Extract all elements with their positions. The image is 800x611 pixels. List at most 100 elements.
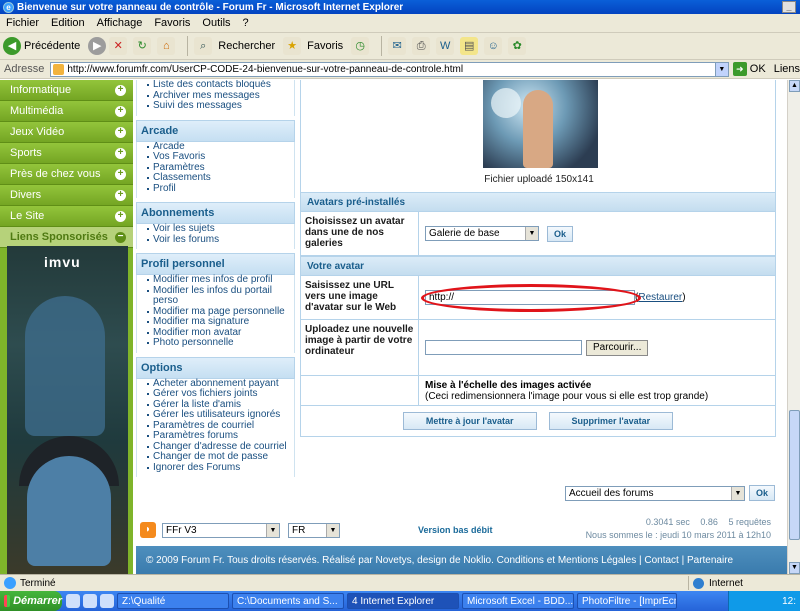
- your-avatar-header: Votre avatar: [300, 256, 776, 276]
- update-avatar-button[interactable]: Mettre à jour l'avatar: [402, 412, 537, 430]
- mail-icon[interactable]: ✉: [388, 37, 407, 55]
- scroll-down-icon[interactable]: ▼: [789, 562, 800, 574]
- browse-button[interactable]: Parcourir...: [586, 339, 649, 356]
- toolbar-separator: [381, 36, 383, 56]
- copyright-bar: © 2009 Forum Fr. Tous droits réservés. R…: [136, 546, 787, 574]
- collapse-icon[interactable]: −: [115, 232, 126, 243]
- rss-icon[interactable]: ◗: [140, 522, 156, 538]
- address-dropdown-icon[interactable]: ▼: [714, 62, 728, 76]
- link-modifier-profil[interactable]: Modifier mes infos de profil: [147, 274, 294, 286]
- nav-le-site[interactable]: Le Site +: [0, 206, 133, 227]
- link-parametres-forums[interactable]: Paramètres forums: [147, 430, 294, 442]
- edit-icon[interactable]: W: [436, 37, 455, 55]
- low-bandwidth-link[interactable]: Version bas débit: [418, 525, 493, 535]
- forum-jump-ok-button[interactable]: Ok: [749, 485, 776, 501]
- chevron-down-icon[interactable]: ▼: [326, 523, 339, 537]
- chevron-down-icon[interactable]: ▼: [731, 486, 744, 500]
- go-button[interactable]: ➜ OK: [732, 62, 766, 76]
- search-button[interactable]: ⌕ Rechercher: [194, 37, 275, 55]
- quicklaunch-icon[interactable]: [100, 594, 114, 608]
- expand-icon[interactable]: +: [115, 106, 126, 117]
- link-follow-messages[interactable]: Suivi des messages: [147, 100, 294, 112]
- quicklaunch-icon[interactable]: [66, 594, 80, 608]
- menu-outils[interactable]: Outils: [202, 17, 230, 29]
- link-ignorer-forums[interactable]: Ignorer des Forums: [147, 462, 294, 474]
- expand-icon[interactable]: +: [115, 127, 126, 138]
- globe-icon: [693, 577, 704, 589]
- nav-informatique[interactable]: Informatique +: [0, 80, 133, 101]
- forum-jump-select[interactable]: Accueil des forums ▼: [565, 485, 745, 501]
- menu-fichier[interactable]: Fichier: [6, 17, 39, 29]
- task-excel[interactable]: Microsoft Excel - BDD...: [462, 593, 574, 609]
- research-icon[interactable]: ✿: [508, 37, 527, 55]
- preinstalled-avatars-header: Avatars pré-installés: [300, 192, 776, 212]
- scroll-up-icon[interactable]: ▲: [789, 80, 800, 92]
- favorites-button[interactable]: ★ Favoris: [283, 37, 343, 55]
- link-blocked-contacts[interactable]: Liste des contacts bloqués: [147, 80, 294, 91]
- address-input[interactable]: http://www.forumfr.com/UserCP-CODE-24-bi…: [50, 61, 729, 77]
- nav-pres-de-chez-vous[interactable]: Près de chez vous +: [0, 164, 133, 185]
- print-icon[interactable]: ⎙: [412, 37, 431, 55]
- stop-icon[interactable]: ✕: [109, 37, 128, 55]
- expand-icon[interactable]: +: [115, 190, 126, 201]
- current-date: Nous sommes le : jeudi 10 mars 2011 à 12…: [585, 530, 771, 540]
- security-zone: Internet: [688, 576, 743, 590]
- start-button[interactable]: Démarrer: [0, 591, 62, 611]
- expand-icon[interactable]: +: [115, 85, 126, 96]
- ie-logo-icon: e: [3, 1, 14, 13]
- link-classements[interactable]: Classements: [147, 172, 294, 184]
- nav-sports[interactable]: Sports +: [0, 143, 133, 164]
- page-scrollbar[interactable]: ▲ ▼: [787, 80, 800, 574]
- scroll-thumb[interactable]: [789, 410, 800, 540]
- refresh-icon[interactable]: ↻: [133, 37, 152, 55]
- link-vos-favoris[interactable]: Vos Favoris: [147, 151, 294, 163]
- link-changer-mot-de-passe[interactable]: Changer de mot de passe: [147, 451, 294, 463]
- messenger-icon[interactable]: ☺: [484, 37, 503, 55]
- link-utilisateurs-ignores[interactable]: Gérer les utilisateurs ignorés: [147, 409, 294, 421]
- delete-avatar-button[interactable]: Supprimer l'avatar: [548, 412, 674, 430]
- task-documents[interactable]: C:\Documents and S...: [232, 593, 344, 609]
- link-voir-forums[interactable]: Voir les forums: [147, 234, 294, 246]
- link-fichiers-joints[interactable]: Gérer vos fichiers joints: [147, 388, 294, 400]
- link-voir-sujets[interactable]: Voir les sujets: [147, 223, 294, 235]
- menu-affichage[interactable]: Affichage: [97, 17, 143, 29]
- language-select[interactable]: FR ▼: [288, 522, 340, 538]
- quicklaunch-icon[interactable]: [83, 594, 97, 608]
- imvu-ad-banner[interactable]: imvu: [7, 246, 128, 574]
- chevron-down-icon[interactable]: ▼: [266, 523, 279, 537]
- task-photofiltre[interactable]: PhotoFiltre - [ImprEcr...: [577, 593, 677, 609]
- gallery-label: Choisissez un avatar dans une de nos gal…: [301, 212, 419, 255]
- page-favicon-icon: [53, 63, 65, 75]
- nav-liens-sponsorises[interactable]: Liens Sponsorisés −: [0, 227, 133, 248]
- link-modifier-signature[interactable]: Modifier ma signature: [147, 316, 294, 328]
- link-modifier-portail[interactable]: Modifier les infos du portail perso: [147, 285, 294, 307]
- restore-link[interactable]: Restaurer: [638, 292, 682, 303]
- file-path-input[interactable]: [425, 340, 582, 355]
- nav-multimedia[interactable]: Multimédia +: [0, 101, 133, 122]
- link-profil[interactable]: Profil: [147, 183, 294, 195]
- back-button[interactable]: ◀ Précédente: [3, 37, 80, 55]
- chevron-down-icon[interactable]: ▼: [525, 227, 538, 240]
- forward-arrow-icon[interactable]: ▶: [88, 37, 107, 55]
- taskbar: Démarrer Z:\Qualité C:\Documents and S..…: [0, 591, 800, 611]
- gallery-ok-button[interactable]: Ok: [547, 225, 574, 242]
- menu-favoris[interactable]: Favoris: [154, 17, 190, 29]
- history-icon[interactable]: ◷: [351, 37, 370, 55]
- gallery-select[interactable]: Galerie de base ▼: [425, 226, 539, 241]
- skin-select[interactable]: FFr V3 ▼: [162, 522, 280, 538]
- expand-icon[interactable]: +: [115, 211, 126, 222]
- page-viewport: Informatique + Multimédia + Jeux Vidéo + Sp…: [0, 80, 787, 574]
- task-internet-explorer[interactable]: 4 Internet Explorer: [347, 593, 459, 609]
- links-label[interactable]: Liens: [774, 63, 800, 75]
- task-qualite[interactable]: Z:\Qualité: [117, 593, 229, 609]
- menu-edition[interactable]: Edition: [51, 17, 85, 29]
- expand-icon[interactable]: +: [115, 169, 126, 180]
- menu-help[interactable]: ?: [243, 17, 249, 29]
- nav-jeux-video[interactable]: Jeux Vidéo +: [0, 122, 133, 143]
- home-icon[interactable]: ⌂: [157, 37, 176, 55]
- discuss-icon[interactable]: ▤: [460, 37, 479, 55]
- expand-icon[interactable]: +: [115, 148, 126, 159]
- link-photo-personnelle[interactable]: Photo personnelle: [147, 337, 294, 349]
- nav-divers[interactable]: Divers +: [0, 185, 133, 206]
- window-controls[interactable]: _: [782, 1, 796, 13]
